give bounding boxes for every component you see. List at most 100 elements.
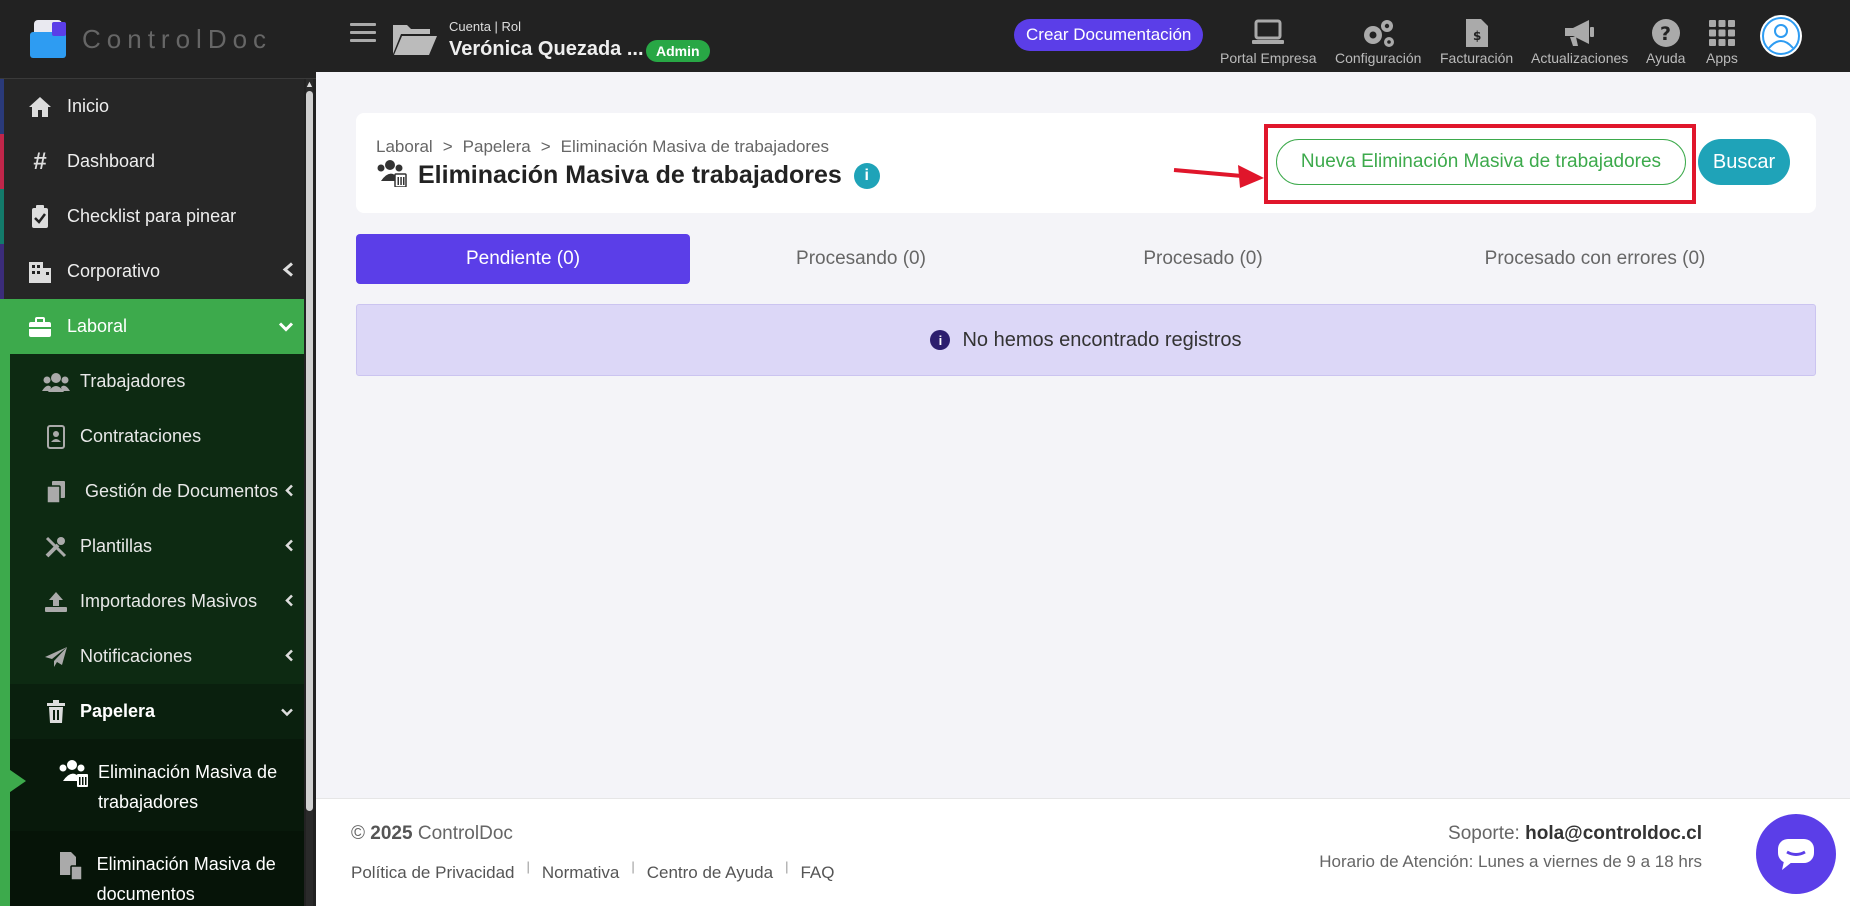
chevron-left-icon: [282, 261, 294, 282]
topbar-apps[interactable]: Apps: [1706, 16, 1738, 66]
footer-copyright: © 2025 ControlDoc: [351, 823, 513, 845]
topbar-actualizaciones[interactable]: Actualizaciones: [1531, 16, 1628, 66]
svg-text:?: ?: [1660, 23, 1671, 45]
contact-book-icon: [42, 424, 70, 449]
trash-icon: [42, 699, 70, 724]
topbar-portal-empresa[interactable]: Portal Empresa: [1220, 16, 1316, 66]
sidebar-item-dashboard[interactable]: # Dashboard: [0, 134, 304, 189]
sidebar-item-label: Eliminación Masiva de trabajadores: [98, 762, 278, 812]
topbar-item-label: Ayuda: [1646, 50, 1686, 66]
megaphone-icon: [1563, 16, 1597, 50]
link-separator: |: [526, 859, 530, 874]
sidebar-item-laboral[interactable]: Laboral: [0, 299, 304, 354]
search-button[interactable]: Buscar: [1698, 139, 1790, 185]
account-role-label: Cuenta | Rol: [449, 19, 522, 34]
create-documentation-button[interactable]: Crear Documentación: [1014, 19, 1204, 51]
sidebar-item-eliminacion-documentos[interactable]: Eliminación Masiva de documentos: [10, 831, 304, 906]
tools-icon: [42, 535, 70, 559]
chat-button[interactable]: [1756, 814, 1836, 894]
sidebar-item-notificaciones[interactable]: Notificaciones: [10, 629, 304, 684]
sidebar-item-corporativo[interactable]: Corporativo: [0, 244, 304, 299]
hamburger-menu-icon[interactable]: [350, 21, 376, 50]
breadcrumb-papelera[interactable]: Papelera: [463, 137, 531, 157]
sidebar-item-plantillas[interactable]: Plantillas: [10, 519, 304, 574]
sidebar-item-label: Importadores Masivos: [80, 591, 258, 611]
support-email[interactable]: hola@controldoc.cl: [1525, 823, 1702, 844]
building-icon: [26, 260, 54, 284]
scrollbar-thumb[interactable]: [306, 91, 313, 811]
chevron-left-icon: [284, 646, 294, 667]
topbar-item-label: Apps: [1706, 50, 1738, 66]
info-circle-icon: i: [930, 330, 951, 350]
sidebar-item-label: Plantillas: [80, 536, 153, 556]
sidebar-item-checklist[interactable]: Checklist para pinear: [0, 189, 304, 244]
info-icon[interactable]: i: [853, 162, 880, 189]
sidebar-item-eliminacion-trabajadores[interactable]: Eliminación Masiva de trabajadores: [0, 739, 304, 831]
chevron-left-icon: [284, 536, 294, 557]
topbar-item-label: Configuración: [1335, 50, 1422, 66]
role-badge: Admin: [646, 40, 710, 62]
sidebar-item-label: Dashboard: [67, 151, 156, 171]
footer: © 2025 ControlDoc Política de Privacidad…: [316, 798, 1850, 906]
tab-procesado[interactable]: Procesado (0): [1032, 234, 1374, 284]
link-faq[interactable]: FAQ: [800, 863, 834, 883]
tab-procesando[interactable]: Procesando (0): [690, 234, 1032, 284]
home-icon: [26, 96, 54, 118]
gears-icon: [1359, 16, 1397, 50]
breadcrumb-separator: >: [442, 137, 453, 156]
scroll-up-icon[interactable]: ▲: [305, 79, 314, 89]
laptop-icon: [1251, 16, 1285, 50]
tab-procesado-con-errores[interactable]: Procesado con errores (0): [1374, 234, 1816, 284]
sidebar-item-gestion-documentos[interactable]: Gestión de Documentos: [10, 464, 304, 519]
folder-open-icon[interactable]: [392, 22, 438, 61]
link-centro-ayuda[interactable]: Centro de Ayuda: [647, 863, 773, 883]
briefcase-icon: [26, 316, 54, 338]
copyright-company: ControlDoc: [417, 823, 513, 844]
chevron-left-icon: [284, 481, 294, 502]
papelera-submenu: Eliminación Masiva de trabajadores Elimi…: [0, 739, 304, 906]
footer-support: Soporte: hola@controldoc.cl: [1448, 823, 1702, 845]
topbar-facturacion[interactable]: $ Facturación: [1440, 16, 1513, 66]
sidebar-item-label: Corporativo: [67, 261, 161, 281]
brand[interactable]: ControlDoc: [0, 0, 316, 79]
empty-state-alert: i No hemos encontrado registros: [356, 304, 1816, 376]
sidebar-item-contrataciones[interactable]: Contrataciones: [10, 409, 304, 464]
sidebar-item-trabajadores[interactable]: Trabajadores: [10, 354, 304, 409]
tab-pendiente[interactable]: Pendiente (0): [356, 234, 690, 284]
users-trash-icon: [376, 159, 408, 192]
sidebar-item-label: Checklist para pinear: [67, 206, 237, 226]
sidebar-item-inicio[interactable]: Inicio: [0, 79, 304, 134]
sidebar-menu: Inicio # Dashboard Checklist para pinear…: [0, 79, 304, 906]
file-trash-icon: [58, 851, 89, 890]
sidebar-item-importadores[interactable]: Importadores Masivos: [10, 574, 304, 629]
support-label: Soporte:: [1448, 823, 1520, 844]
breadcrumb-separator: >: [540, 137, 551, 156]
sidebar-item-papelera[interactable]: Papelera: [10, 684, 304, 739]
topbar-ayuda[interactable]: ? Ayuda: [1646, 16, 1685, 66]
page-title-row: Eliminación Masiva de trabajadores i: [376, 159, 880, 192]
link-privacidad[interactable]: Política de Privacidad: [351, 863, 514, 883]
new-mass-deletion-button[interactable]: Nueva Eliminación Masiva de trabajadores: [1276, 139, 1686, 185]
sidebar-item-label: Laboral: [67, 316, 128, 336]
sidebar-scrollbar[interactable]: ▲: [305, 79, 314, 906]
link-normativa[interactable]: Normativa: [542, 863, 619, 883]
users-icon: [42, 372, 70, 392]
breadcrumb: Laboral > Papelera > Eliminación Masiva …: [376, 137, 829, 157]
empty-state-message: No hemos encontrado registros: [962, 328, 1242, 351]
user-avatar[interactable]: [1760, 15, 1802, 57]
footer-hours: Horario de Atención: Lunes a viernes de …: [1319, 852, 1702, 871]
page-header-card: Laboral > Papelera > Eliminación Masiva …: [356, 113, 1816, 213]
chevron-down-icon: [278, 316, 294, 337]
sidebar-item-label: Trabajadores: [80, 371, 186, 391]
sidebar-item-label: Contrataciones: [80, 426, 202, 446]
upload-icon: [42, 591, 70, 613]
users-trash-icon: [58, 759, 90, 796]
topbar-item-label: Facturación: [1440, 50, 1514, 66]
breadcrumb-laboral[interactable]: Laboral: [376, 137, 433, 157]
page-title: Eliminación Masiva de trabajadores: [418, 161, 842, 189]
grid-icon: [1708, 16, 1736, 50]
chevron-left-icon: [284, 591, 294, 612]
account-name[interactable]: Verónica Quezada ...: [449, 38, 644, 61]
topbar-configuracion[interactable]: Configuración: [1335, 16, 1421, 66]
user-icon: [1762, 17, 1800, 55]
